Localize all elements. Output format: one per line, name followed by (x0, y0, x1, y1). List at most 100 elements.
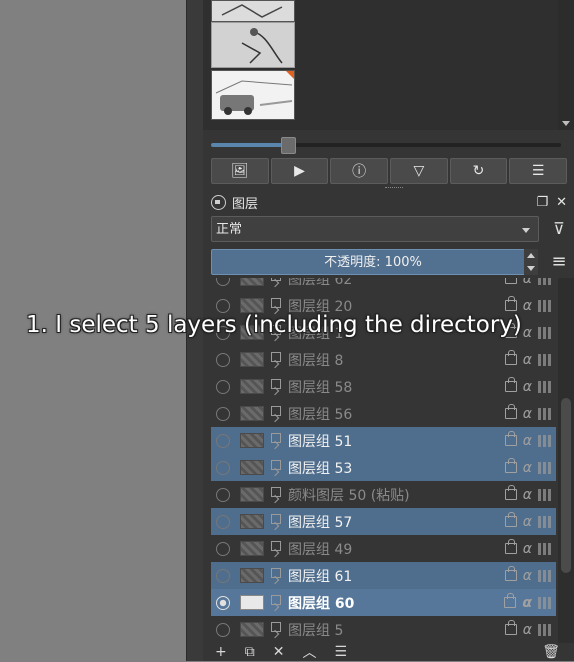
alpha-lock-icon[interactable]: α (523, 352, 532, 368)
alpha-lock-icon[interactable]: α (523, 622, 532, 638)
add-layer-icon[interactable]: + (215, 644, 227, 660)
alpha-lock-icon[interactable]: α (523, 568, 532, 584)
lock-icon[interactable] (504, 566, 517, 581)
lock-icon[interactable] (504, 539, 517, 554)
visibility-eye-icon[interactable] (216, 622, 230, 637)
layer-row[interactable]: 图层组 61 α (211, 562, 556, 589)
menu-button[interactable]: ☰ (509, 158, 568, 184)
layer-row[interactable]: 图层组 8 α (211, 346, 556, 373)
inherit-alpha-icon[interactable] (538, 278, 552, 285)
inherit-alpha-icon[interactable] (538, 461, 552, 474)
visibility-eye-icon[interactable] (216, 595, 230, 610)
folder-icon[interactable] (270, 459, 282, 476)
alpha-lock-icon[interactable]: α (523, 406, 532, 422)
properties-icon[interactable]: ☰ (334, 644, 347, 660)
inherit-alpha-icon[interactable] (538, 515, 552, 528)
visibility-eye-icon[interactable] (216, 278, 230, 286)
alpha-lock-icon[interactable]: α (522, 595, 532, 611)
layer-row[interactable]: 图层组 56 α (211, 400, 556, 427)
inherit-alpha-icon[interactable] (538, 488, 552, 501)
scrollbar-knob[interactable] (561, 398, 571, 573)
image-button[interactable]: 🖼 (211, 158, 269, 184)
inherit-alpha-icon[interactable] (538, 623, 552, 636)
visibility-eye-icon[interactable] (216, 487, 230, 502)
visibility-eye-icon[interactable] (216, 433, 230, 448)
folder-icon[interactable] (270, 486, 282, 503)
opacity-slider[interactable]: 不透明度: 100% (211, 249, 535, 275)
layer-row[interactable]: 图层组 53 α (211, 454, 556, 481)
alpha-lock-icon[interactable]: α (523, 514, 532, 530)
info-button[interactable]: ⓘ (330, 158, 389, 184)
inherit-alpha-icon[interactable] (538, 542, 552, 555)
frame-thumbnail[interactable] (211, 22, 295, 68)
layer-filter-icon[interactable]: ⊽ (547, 217, 571, 241)
visibility-eye-icon[interactable] (216, 460, 230, 475)
zoom-slider[interactable] (211, 137, 561, 154)
layer-row[interactable]: 颜料图层 50 (粘贴) α (211, 481, 556, 508)
alpha-lock-icon[interactable]: α (523, 325, 532, 341)
inherit-alpha-icon[interactable] (538, 299, 552, 312)
lock-icon[interactable] (504, 431, 517, 446)
folder-icon[interactable] (270, 432, 282, 449)
layer-row[interactable]: 图层组 60 α (211, 589, 556, 616)
move-up-icon[interactable]: ︿ (302, 642, 316, 662)
alpha-lock-icon[interactable]: α (523, 487, 532, 503)
inherit-alpha-icon[interactable] (538, 596, 552, 609)
layer-row[interactable]: 图层组 62 α (211, 278, 556, 292)
visibility-eye-icon[interactable] (216, 568, 230, 583)
alpha-lock-icon[interactable]: α (523, 278, 532, 287)
visibility-eye-icon[interactable] (216, 406, 230, 421)
lock-icon[interactable] (504, 593, 517, 608)
decrement-icon[interactable] (527, 266, 535, 271)
layer-row[interactable]: 图层组 51 α (211, 427, 556, 454)
inherit-alpha-icon[interactable] (538, 326, 552, 339)
lock-icon[interactable] (504, 512, 517, 527)
layer-options-icon[interactable]: ≡ (547, 250, 571, 274)
visibility-eye-icon[interactable] (216, 352, 230, 367)
frame-thumbnail[interactable] (211, 70, 295, 120)
refresh-button[interactable]: ↻ (449, 158, 508, 184)
folder-icon[interactable] (270, 621, 282, 638)
folder-icon[interactable] (270, 378, 282, 395)
inherit-alpha-icon[interactable] (538, 407, 552, 420)
trash-icon[interactable]: 🗑 (542, 644, 560, 660)
layer-row[interactable]: 图层组 57 α (211, 508, 556, 535)
inherit-alpha-icon[interactable] (538, 353, 552, 366)
opacity-spinner[interactable] (524, 249, 538, 275)
layer-list-scrollbar[interactable] (558, 278, 574, 643)
folder-icon[interactable] (270, 567, 282, 584)
close-icon[interactable]: ✕ (556, 195, 567, 210)
alpha-lock-icon[interactable]: α (523, 460, 532, 476)
alpha-lock-icon[interactable]: α (523, 541, 532, 557)
filter-button[interactable]: ▽ (390, 158, 448, 184)
duplicate-layer-icon[interactable]: ⧉ (245, 644, 255, 660)
zoom-slider-handle[interactable] (281, 137, 296, 154)
inherit-alpha-icon[interactable] (538, 434, 552, 447)
lock-icon[interactable] (504, 485, 517, 500)
frame-thumbnail[interactable] (211, 0, 295, 22)
folder-icon[interactable] (270, 351, 282, 368)
docker-resize-grip[interactable] (385, 187, 403, 191)
lock-icon[interactable] (504, 296, 517, 311)
alpha-lock-icon[interactable]: α (523, 298, 532, 314)
inherit-alpha-icon[interactable] (538, 380, 552, 393)
float-icon[interactable]: ❐ (536, 195, 548, 210)
folder-icon[interactable] (270, 540, 282, 557)
play-button[interactable]: ▶ (270, 158, 329, 184)
increment-icon[interactable] (527, 253, 535, 258)
visibility-eye-icon[interactable] (216, 298, 230, 313)
lock-icon[interactable] (504, 350, 517, 365)
folder-icon[interactable] (270, 405, 282, 422)
layer-row[interactable]: 图层组 5 α (211, 616, 556, 643)
alpha-lock-icon[interactable]: α (523, 433, 532, 449)
delete-x-icon[interactable]: ✕ (273, 644, 285, 660)
blend-mode-select[interactable]: 正常 (211, 216, 539, 242)
folder-icon[interactable] (270, 278, 282, 287)
layer-row[interactable]: 图层组 49 α (211, 535, 556, 562)
inherit-alpha-icon[interactable] (538, 569, 552, 582)
visibility-eye-icon[interactable] (216, 379, 230, 394)
scroll-down-icon[interactable] (562, 121, 570, 126)
folder-icon[interactable] (270, 594, 282, 611)
thumbnail-scrollbar[interactable] (558, 0, 574, 130)
lock-icon[interactable] (504, 458, 517, 473)
